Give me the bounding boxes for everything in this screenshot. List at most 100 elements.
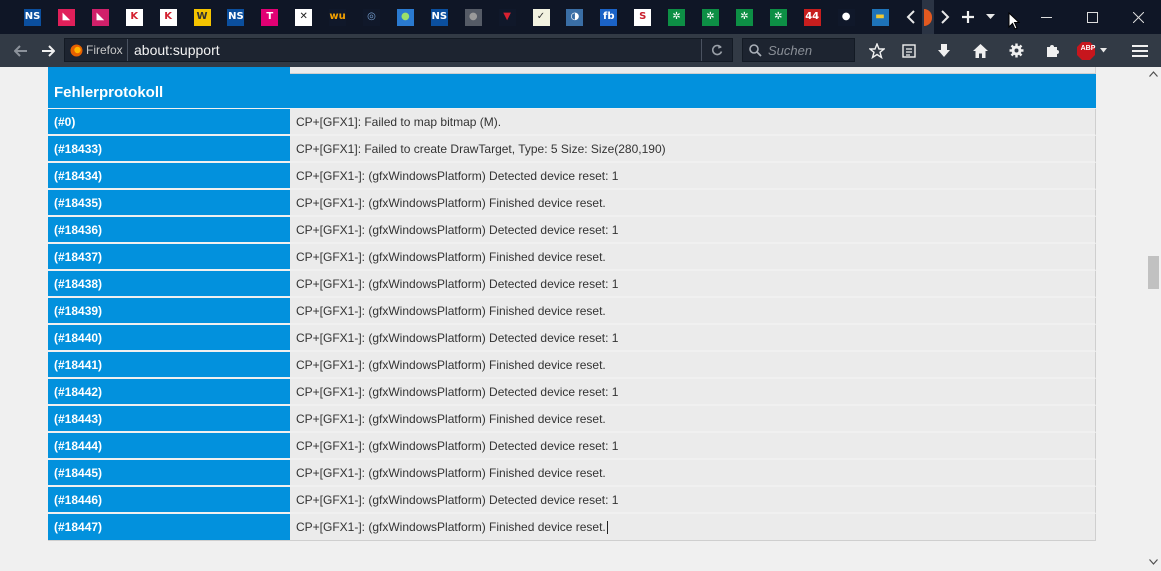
back-button[interactable] [8, 34, 34, 67]
tab-11[interactable]: ◎ [355, 0, 388, 34]
error-value-cell: CP+[GFX1-]: (gfxWindowsPlatform) Detecte… [290, 433, 1096, 460]
tab-21[interactable]: ✲ [694, 0, 727, 34]
tab-3-favicon-icon: ◣ [91, 8, 109, 26]
site-identity-box[interactable]: Firefox [65, 39, 128, 61]
maximize-icon [1086, 11, 1098, 23]
error-message: CP+[GFX1-]: (gfxWindowsPlatform) Finishe… [296, 357, 606, 372]
search-icon [749, 44, 762, 57]
downloads-button[interactable] [931, 34, 957, 67]
tab-4[interactable]: K [118, 0, 151, 34]
tab-9[interactable]: ✕ [287, 0, 320, 34]
reload-button[interactable] [701, 39, 732, 61]
error-message: CP+[GFX1-]: (gfxWindowsPlatform) Detecte… [296, 384, 619, 399]
error-key-cell: (#18442) [48, 379, 290, 406]
tab-26[interactable]: ▬ [864, 0, 897, 34]
scroll-tabs-left-button[interactable] [900, 0, 922, 34]
tab-14[interactable]: ● [457, 0, 490, 34]
scroll-up-arrow-icon [1149, 71, 1158, 77]
table-row: (#0) CP+[GFX1]: Failed to map bitmap (M). [48, 109, 1096, 136]
adblock-plus-button[interactable]: ABP [1074, 34, 1110, 67]
vertical-scrollbar[interactable] [1146, 67, 1161, 571]
tab-10[interactable]: wu [321, 0, 354, 34]
reading-list-button[interactable] [896, 34, 922, 67]
search-bar[interactable]: Suchen [742, 38, 855, 62]
error-value-cell: CP+[GFX1-]: (gfxWindowsPlatform) Finishe… [290, 514, 1096, 541]
maximize-button[interactable] [1069, 0, 1115, 34]
gear-icon [1009, 43, 1023, 58]
tab-active[interactable] [922, 0, 934, 34]
table-row: (#18435) CP+[GFX1-]: (gfxWindowsPlatform)… [48, 190, 1096, 217]
bookmark-star-button[interactable] [864, 34, 890, 67]
tab-6[interactable]: W [186, 0, 219, 34]
chevron-down-icon [985, 14, 995, 19]
tab-18[interactable]: fb [592, 0, 625, 34]
new-tab-button[interactable] [956, 0, 980, 34]
tab-10-favicon-icon: wu [329, 8, 347, 26]
reload-icon [711, 44, 723, 56]
error-key-cell: (#18443) [48, 406, 290, 433]
puzzle-icon [1046, 45, 1059, 57]
error-value-cell: CP+[GFX1-]: (gfxWindowsPlatform) Detecte… [290, 217, 1096, 244]
previous-section-table-end [48, 67, 1096, 76]
cursor-icon [1008, 11, 1021, 30]
error-value-cell: CP+[GFX1-]: (gfxWindowsPlatform) Finishe… [290, 460, 1096, 487]
error-key-cell: (#18444) [48, 433, 290, 460]
minimize-icon [1040, 16, 1052, 18]
tab-strip: NS ◣ ◣ K K W NS T ✕ wu ◎ ● NS ● ▼ ✓ ◑ fb S ✲ ✲ ✲ ✲ 44 ● ▬ [0, 0, 1161, 34]
tab-7[interactable]: NS [219, 0, 252, 34]
tab-6-favicon-icon: W [193, 8, 211, 26]
tab-1-favicon-icon: NS [24, 8, 41, 26]
firefox-tab-icon [924, 8, 932, 26]
identity-label: Firefox [86, 43, 123, 57]
tab-25[interactable]: ● [830, 0, 863, 34]
error-message: CP+[GFX1-]: (gfxWindowsPlatform) Finishe… [296, 249, 606, 264]
tab-17[interactable]: ◑ [558, 0, 591, 34]
error-value-cell: CP+[GFX1]: Failed to map bitmap (M). [290, 109, 1096, 136]
error-message: CP+[GFX1-]: (gfxWindowsPlatform) Finishe… [296, 519, 606, 534]
tab-18-favicon-icon: fb [600, 8, 618, 26]
arrow-right-icon [42, 44, 55, 57]
error-value-cell: CP+[GFX1-]: (gfxWindowsPlatform) Detecte… [290, 271, 1096, 298]
tab-16-favicon-icon: ✓ [532, 8, 550, 26]
dropdown-arrow-icon [1100, 48, 1107, 53]
tab-2[interactable]: ◣ [50, 0, 83, 34]
tab-1[interactable]: NS [16, 0, 49, 34]
error-key-cell: (#18434) [48, 163, 290, 190]
error-key-cell: (#18433) [48, 136, 290, 163]
tab-20[interactable]: ✲ [660, 0, 693, 34]
tab-12[interactable]: ● [389, 0, 422, 34]
tab-22[interactable]: ✲ [728, 0, 761, 34]
search-placeholder: Suchen [768, 43, 813, 58]
settings-button[interactable] [1002, 34, 1030, 67]
home-icon [972, 43, 988, 58]
error-key-cell: (#18445) [48, 460, 290, 487]
error-value-cell: CP+[GFX1-]: (gfxWindowsPlatform) Detecte… [290, 379, 1096, 406]
scrollbar-thumb[interactable] [1148, 256, 1159, 289]
error-message: CP+[GFX1-]: (gfxWindowsPlatform) Finishe… [296, 195, 606, 210]
tab-14-favicon-icon: ● [464, 8, 482, 26]
scroll-tabs-right-button[interactable] [934, 0, 956, 34]
tab-13[interactable]: NS [423, 0, 456, 34]
minimize-button[interactable] [1023, 0, 1069, 34]
error-value-cell: CP+[GFX1-]: (gfxWindowsPlatform) Detecte… [290, 163, 1096, 190]
tab-8[interactable]: T [253, 0, 286, 34]
tab-23[interactable]: ✲ [762, 0, 795, 34]
addons-button[interactable] [1038, 34, 1066, 67]
tab-5[interactable]: K [152, 0, 185, 34]
open-menu-button[interactable] [1125, 34, 1155, 67]
error-message: CP+[GFX1]: Failed to map bitmap (M). [296, 114, 502, 129]
tab-24-favicon-icon: 44 [803, 8, 821, 26]
tab-24[interactable]: 44 [796, 0, 829, 34]
url-text[interactable]: about:support [134, 42, 220, 58]
error-message: CP+[GFX1-]: (gfxWindowsPlatform) Finishe… [296, 303, 606, 318]
tab-15[interactable]: ▼ [491, 0, 524, 34]
home-button[interactable] [966, 34, 994, 67]
forward-button[interactable] [34, 34, 62, 67]
close-window-button[interactable] [1115, 0, 1161, 34]
tab-3[interactable]: ◣ [84, 0, 117, 34]
url-bar[interactable]: Firefox about:support [64, 38, 733, 62]
tab-19[interactable]: S [626, 0, 659, 34]
tab-16[interactable]: ✓ [525, 0, 558, 34]
tab-20-favicon-icon: ✲ [668, 8, 686, 26]
all-tabs-button[interactable] [982, 0, 998, 34]
